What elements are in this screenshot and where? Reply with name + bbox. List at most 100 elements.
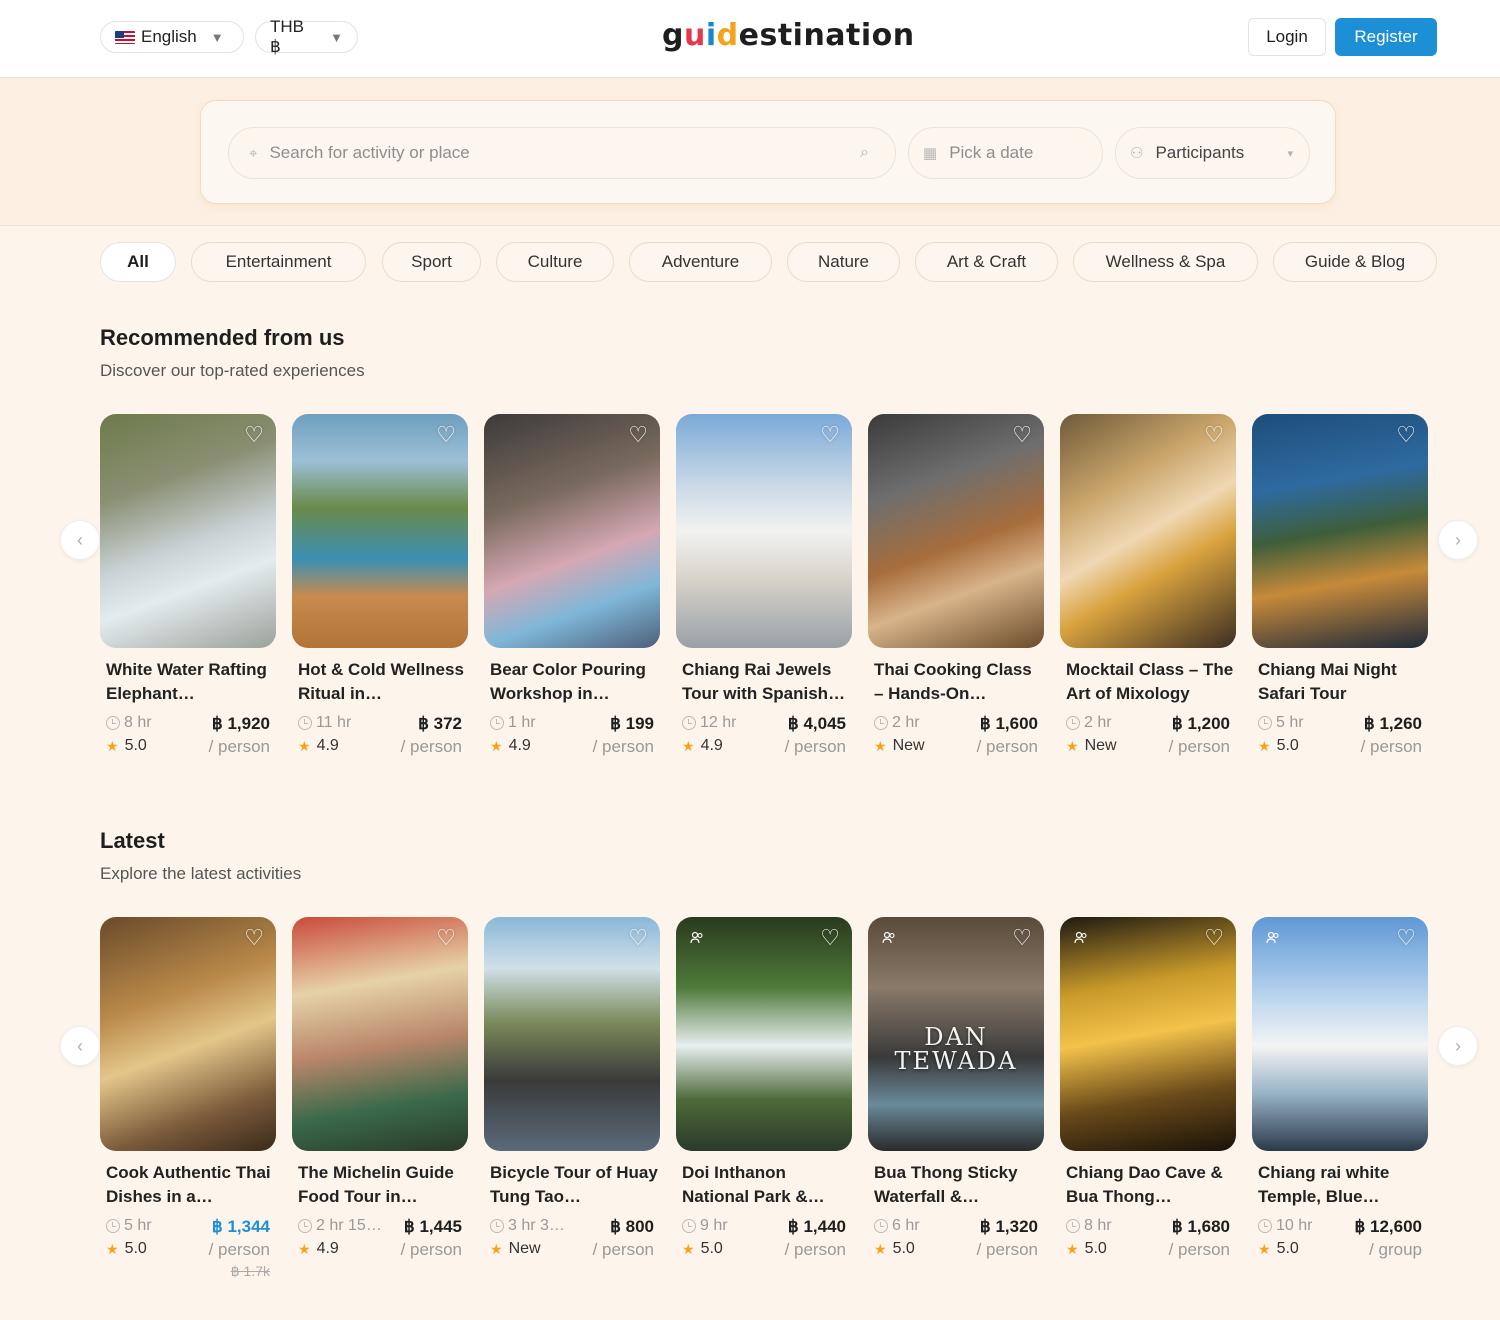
activity-image[interactable]: ♡ bbox=[1252, 917, 1428, 1151]
activity-card[interactable]: ♡ White Water Rafting Elephant… 8 hr ★ 5.0 ฿ … bbox=[100, 414, 276, 774]
activity-title[interactable]: Bicycle Tour of Huay Tung Tao… bbox=[490, 1161, 658, 1209]
activity-card[interactable]: ♡ Thai Cooking Class – Hands-On… 2 hr ★ New ฿… bbox=[868, 414, 1044, 774]
star-icon: ★ bbox=[298, 737, 311, 754]
favorite-heart-icon[interactable]: ♡ bbox=[1204, 927, 1224, 949]
activity-image[interactable]: ♡ bbox=[1060, 917, 1236, 1151]
activity-title[interactable]: Mocktail Class – The Art of Mixology bbox=[1066, 658, 1234, 706]
activity-duration: 2 hr 15… bbox=[298, 1217, 382, 1235]
activity-image[interactable]: ♡ bbox=[676, 414, 852, 648]
favorite-heart-icon[interactable]: ♡ bbox=[1012, 927, 1032, 949]
category-adventure[interactable]: Adventure bbox=[629, 242, 772, 282]
favorite-heart-icon[interactable]: ♡ bbox=[628, 424, 648, 446]
login-button[interactable]: Login bbox=[1248, 18, 1326, 56]
activity-image[interactable]: ♡ bbox=[484, 917, 660, 1151]
activity-card[interactable]: ♡ Cook Authentic Thai Dishes in a… 5 hr ★ 5.… bbox=[100, 917, 276, 1279]
favorite-heart-icon[interactable]: ♡ bbox=[1396, 424, 1416, 446]
register-button[interactable]: Register bbox=[1335, 18, 1437, 56]
favorite-heart-icon[interactable]: ♡ bbox=[820, 927, 840, 949]
activity-rating: ★ New bbox=[490, 1240, 541, 1257]
activity-title[interactable]: Doi Inthanon National Park &… bbox=[682, 1161, 850, 1209]
favorite-heart-icon[interactable]: ♡ bbox=[436, 424, 456, 446]
site-logo[interactable]: guidestination bbox=[662, 18, 915, 53]
clock-icon bbox=[1066, 716, 1080, 730]
activity-card[interactable]: ♡ Chiang Mai Night Safari Tour 5 hr ★ 5.0 ฿ 1… bbox=[1252, 414, 1428, 774]
category-culture[interactable]: Culture bbox=[496, 242, 614, 282]
activity-title[interactable]: Chiang Rai Jewels Tour with Spanish… bbox=[682, 658, 850, 706]
activity-image[interactable]: ♡ bbox=[868, 414, 1044, 648]
activity-price: ฿ 1,320 bbox=[979, 1217, 1038, 1236]
activity-duration: 2 hr bbox=[1066, 714, 1112, 732]
category-art-craft[interactable]: Art & Craft bbox=[915, 242, 1058, 282]
participants-select[interactable]: ⚇ Participants ▾ bbox=[1115, 127, 1310, 179]
activity-card[interactable]: ♡ The Michelin Guide Food Tour in… 2 hr 15… bbox=[292, 917, 468, 1277]
activity-title[interactable]: White Water Rafting Elephant… bbox=[106, 658, 274, 706]
activity-card[interactable]: DAN TEWADA ♡ Bua Thong Sticky Waterfall &…… bbox=[868, 917, 1044, 1277]
clock-icon bbox=[874, 716, 888, 730]
activity-title[interactable]: Chiang Mai Night Safari Tour bbox=[1258, 658, 1426, 706]
category-nature[interactable]: Nature bbox=[787, 242, 900, 282]
activity-price: ฿ 199 bbox=[610, 714, 654, 733]
favorite-heart-icon[interactable]: ♡ bbox=[628, 927, 648, 949]
currency-label: THB ฿ bbox=[270, 17, 304, 56]
activity-title[interactable]: Bua Thong Sticky Waterfall &… bbox=[874, 1161, 1042, 1209]
activity-image[interactable]: ♡ bbox=[100, 414, 276, 648]
activity-title[interactable]: Thai Cooking Class – Hands-On… bbox=[874, 658, 1042, 706]
language-select[interactable]: English ▼ bbox=[100, 21, 244, 53]
activity-card[interactable]: ♡ Hot & Cold Wellness Ritual in… 11 hr ★ 4.9… bbox=[292, 414, 468, 774]
search-icon[interactable]: ⌕ bbox=[860, 144, 869, 162]
recommended-next-arrow[interactable]: › bbox=[1438, 520, 1478, 560]
activity-rating: ★ 5.0 bbox=[1258, 737, 1299, 754]
activity-title[interactable]: Hot & Cold Wellness Ritual in… bbox=[298, 658, 466, 706]
activity-image[interactable]: ♡ bbox=[1252, 414, 1428, 648]
date-picker[interactable]: ▦ Pick a date bbox=[908, 127, 1103, 179]
activity-card[interactable]: ♡ Mocktail Class – The Art of Mixology 2 h… bbox=[1060, 414, 1236, 774]
activity-image[interactable]: DAN TEWADA ♡ bbox=[868, 917, 1044, 1151]
activity-image[interactable]: ♡ bbox=[100, 917, 276, 1151]
clock-icon bbox=[682, 716, 696, 730]
group-icon bbox=[1074, 931, 1087, 944]
activity-title[interactable]: Chiang Dao Cave & Bua Thong… bbox=[1066, 1161, 1234, 1209]
category-guide-blog[interactable]: Guide & Blog bbox=[1273, 242, 1437, 282]
favorite-heart-icon[interactable]: ♡ bbox=[436, 927, 456, 949]
activity-title[interactable]: Chiang rai white Temple, Blue… bbox=[1258, 1161, 1426, 1209]
us-flag-icon bbox=[115, 30, 135, 44]
category-wellness-spa[interactable]: Wellness & Spa bbox=[1073, 242, 1258, 282]
activity-title[interactable]: Bear Color Pouring Workshop in… bbox=[490, 658, 658, 706]
price-unit: / person bbox=[1360, 737, 1422, 756]
activity-card[interactable]: ♡ Bear Color Pouring Workshop in… 1 hr ★ 4.9… bbox=[484, 414, 660, 774]
favorite-heart-icon[interactable]: ♡ bbox=[244, 424, 264, 446]
recommended-prev-arrow[interactable]: ‹ bbox=[60, 520, 100, 560]
favorite-heart-icon[interactable]: ♡ bbox=[1396, 927, 1416, 949]
price-unit: / person bbox=[592, 737, 654, 756]
activity-image[interactable]: ♡ bbox=[484, 414, 660, 648]
favorite-heart-icon[interactable]: ♡ bbox=[244, 927, 264, 949]
activity-card[interactable]: ♡ Chiang rai white Temple, Blue… 10 hr ★ 5.0… bbox=[1252, 917, 1428, 1277]
activity-card[interactable]: ♡ Doi Inthanon National Park &… 9 hr ★ 5.0 ฿ … bbox=[676, 917, 852, 1277]
price-unit: / person bbox=[976, 1240, 1038, 1259]
search-input[interactable]: ⌖ Search for activity or place ⌕ bbox=[228, 127, 896, 179]
category-entertainment[interactable]: Entertainment bbox=[191, 242, 366, 282]
activity-card[interactable]: ♡ Bicycle Tour of Huay Tung Tao… 3 hr 3… ★ N… bbox=[484, 917, 660, 1277]
favorite-heart-icon[interactable]: ♡ bbox=[820, 424, 840, 446]
category-all[interactable]: All bbox=[100, 242, 176, 282]
clock-icon bbox=[682, 1219, 696, 1233]
latest-prev-arrow[interactable]: ‹ bbox=[60, 1026, 100, 1066]
currency-select[interactable]: THB ฿ ▼ bbox=[255, 17, 358, 56]
clock-icon bbox=[298, 716, 312, 730]
activity-title[interactable]: Cook Authentic Thai Dishes in a… bbox=[106, 1161, 274, 1209]
latest-next-arrow[interactable]: › bbox=[1438, 1026, 1478, 1066]
activity-image[interactable]: ♡ bbox=[676, 917, 852, 1151]
clock-icon bbox=[106, 1219, 120, 1233]
price-unit: / person bbox=[976, 737, 1038, 756]
activity-price: ฿ 1,920 bbox=[211, 714, 270, 733]
date-placeholder: Pick a date bbox=[949, 143, 1034, 162]
favorite-heart-icon[interactable]: ♡ bbox=[1012, 424, 1032, 446]
category-sport[interactable]: Sport bbox=[382, 242, 481, 282]
activity-image[interactable]: ♡ bbox=[1060, 414, 1236, 648]
favorite-heart-icon[interactable]: ♡ bbox=[1204, 424, 1224, 446]
activity-image[interactable]: ♡ bbox=[292, 917, 468, 1151]
activity-card[interactable]: ♡ Chiang Rai Jewels Tour with Spanish… 12 … bbox=[676, 414, 852, 774]
activity-card[interactable]: ♡ Chiang Dao Cave & Bua Thong… 8 hr ★ 5.0 ฿ 1… bbox=[1060, 917, 1236, 1277]
activity-image[interactable]: ♡ bbox=[292, 414, 468, 648]
activity-title[interactable]: The Michelin Guide Food Tour in… bbox=[298, 1161, 466, 1209]
